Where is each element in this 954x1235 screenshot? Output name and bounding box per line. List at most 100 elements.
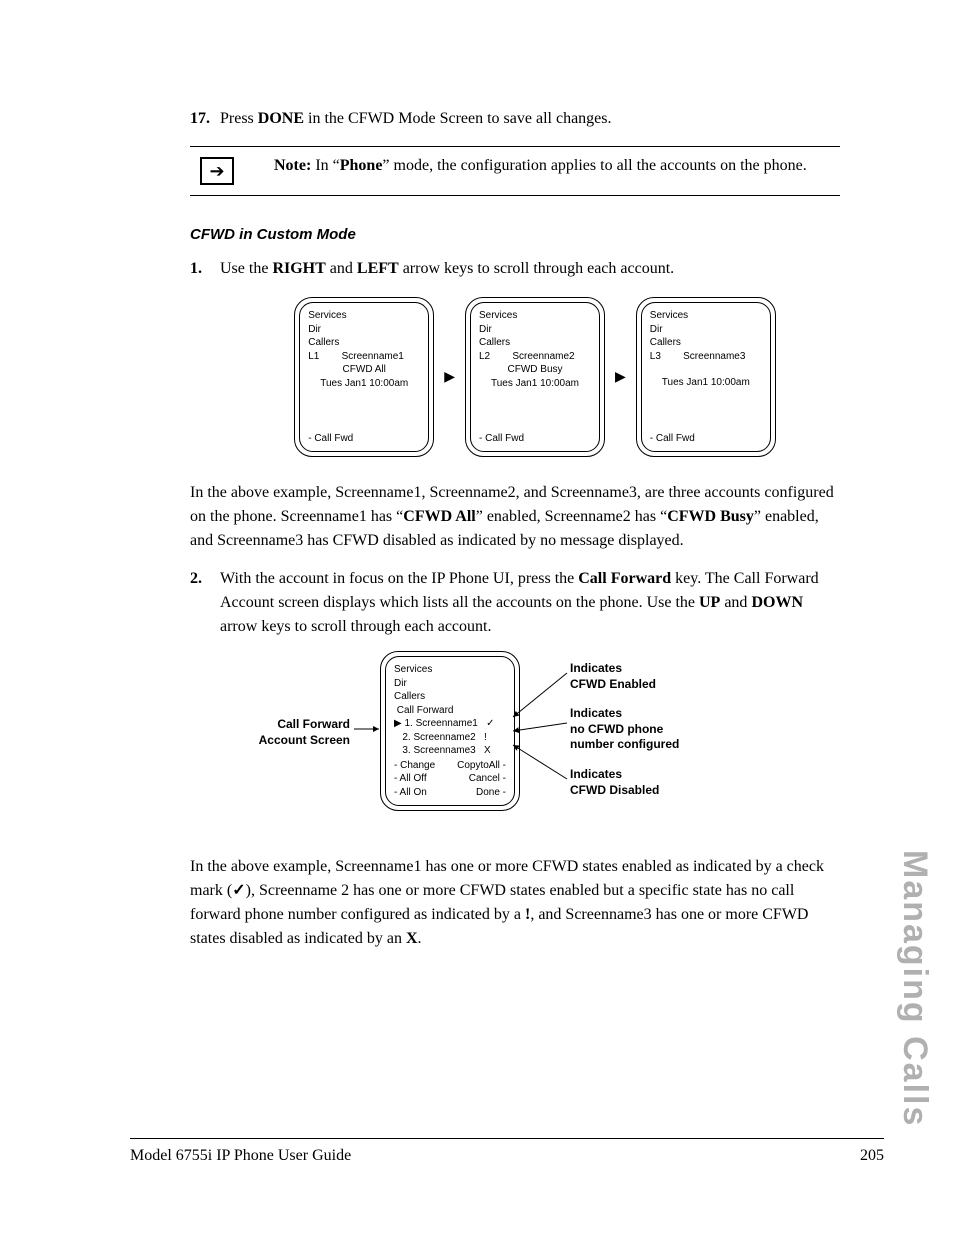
t: - All On [394, 786, 427, 800]
phone-screen-3: Services Dir Callers L3 Screenname3 Tues… [636, 297, 776, 457]
line: L3 Screenname3 [650, 350, 762, 364]
step-text: Press DONE in the CFWD Mode Screen to sa… [220, 110, 612, 127]
triangle-right-icon: ▶ [611, 369, 630, 386]
t: RIGHT [272, 260, 325, 277]
t: . [418, 930, 422, 947]
phone-inner: Services Dir Callers Call Forward ▶ 1. S… [385, 656, 515, 806]
phone-screen-cf: Services Dir Callers Call Forward ▶ 1. S… [380, 651, 520, 811]
time: Tues Jan1 10:00am [650, 376, 762, 390]
side-tab: Managing Calls [895, 850, 934, 1127]
t: CFWD All [403, 508, 475, 525]
t: number configured [570, 737, 679, 753]
t: With the account in focus on the IP Phon… [220, 570, 578, 587]
t: Use the [220, 260, 272, 277]
t: Cancel - [469, 772, 506, 786]
step-17: 17. Press DONE in the CFWD Mode Screen t… [190, 110, 840, 128]
callout-disabled: Indicates CFWD Disabled [570, 767, 679, 798]
t: Indicates [570, 767, 679, 783]
check-icon: ✓ [232, 882, 245, 899]
callouts: Indicates CFWD Enabled Indicates no CFWD… [570, 661, 679, 812]
status: CFWD Busy [479, 363, 591, 377]
note-text: Note: In “Phone” mode, the configuration… [274, 157, 840, 175]
t: arrow keys to scroll through each accoun… [220, 618, 491, 635]
screens-row: Services Dir Callers L1 Screenname1 CFWD… [230, 297, 840, 457]
phone-screen-1: Services Dir Callers L1 Screenname1 CFWD… [294, 297, 434, 457]
t: CopytoAll - [457, 759, 506, 773]
footer-right: 205 [860, 1147, 884, 1165]
t: - Change [394, 759, 435, 773]
line: L1 Screenname1 [308, 350, 420, 364]
footer: - Call Fwd [479, 432, 591, 446]
step-2: 2. With the account in focus on the IP P… [190, 567, 840, 639]
note-block: ➔ Note: In “Phone” mode, the configurati… [190, 146, 840, 196]
section-heading: CFWD in Custom Mode [190, 226, 840, 243]
t: Indicates [570, 706, 679, 722]
t: CFWD Disabled [570, 783, 679, 799]
step-number: 17. [190, 110, 216, 128]
status: CFWD All [308, 363, 420, 377]
t: no CFWD phone [570, 722, 679, 738]
triangle-right-icon: ▶ [440, 369, 459, 386]
paragraph-2: In the above example, Screenname1 has on… [190, 855, 840, 951]
t: Indicates [570, 661, 679, 677]
t: and [720, 594, 751, 611]
step-number: 2. [190, 567, 220, 639]
t: CFWD Busy [667, 508, 754, 525]
step-body: With the account in focus on the IP Phon… [220, 567, 840, 639]
t: Done - [476, 786, 506, 800]
note-icon: ➔ [200, 157, 234, 185]
arrow-right-icon: ➔ [209, 162, 224, 180]
t: ” enabled, Screenname2 has “ [476, 508, 667, 525]
callout-enabled: Indicates CFWD Enabled [570, 661, 679, 692]
t: Phone [340, 157, 383, 174]
t: Call Forward [578, 570, 671, 587]
line: Dir [479, 323, 591, 337]
step-number: 1. [190, 257, 220, 281]
note-label: Note: [274, 157, 311, 174]
phone-inner: Services Dir Callers L2 Screenname2 CFWD… [470, 302, 600, 452]
line: Callers [394, 690, 506, 704]
page-footer: Model 6755i IP Phone User Guide 205 [130, 1138, 884, 1165]
footer: - Change CopytoAll - - All Off Cancel - - … [394, 759, 506, 800]
line: Dir [308, 323, 420, 337]
line: Services [308, 309, 420, 323]
line: Dir [650, 323, 762, 337]
t: DOWN [751, 594, 803, 611]
line: Call Forward [394, 704, 506, 718]
call-forward-diagram: Call Forward Account Screen Services Dir… [190, 651, 840, 831]
t: In “ [311, 157, 339, 174]
status [650, 363, 762, 376]
t: Call Forward [240, 717, 350, 733]
footer: - Call Fwd [650, 432, 762, 446]
t: arrow keys to scroll through each accoun… [399, 260, 674, 277]
t: ” mode, the configuration applies to all… [382, 157, 806, 174]
line: L2 Screenname2 [479, 350, 591, 364]
line: Callers [479, 336, 591, 350]
step-1: 1. Use the RIGHT and LEFT arrow keys to … [190, 257, 840, 281]
done-word: DONE [258, 110, 304, 127]
line: Callers [650, 336, 762, 350]
t: LEFT [357, 260, 399, 277]
line: Services [394, 663, 506, 677]
footer: - Call Fwd [308, 432, 420, 446]
phone-inner: Services Dir Callers L3 Screenname3 Tues… [641, 302, 771, 452]
t: Press [220, 110, 258, 127]
t: CFWD Enabled [570, 677, 679, 693]
line: Services [650, 309, 762, 323]
line: ▶ 1. Screenname1 ✓ [394, 717, 506, 731]
x-icon: X [406, 930, 418, 947]
line: Dir [394, 677, 506, 691]
phone-screen-2: Services Dir Callers L2 Screenname2 CFWD… [465, 297, 605, 457]
t: in the CFWD Mode Screen to save all chan… [304, 110, 611, 127]
step-body: Use the RIGHT and LEFT arrow keys to scr… [220, 257, 840, 281]
phone-inner: Services Dir Callers L1 Screenname1 CFWD… [299, 302, 429, 452]
t: Account Screen [240, 733, 350, 749]
t: UP [699, 594, 720, 611]
footer-left: Model 6755i IP Phone User Guide [130, 1147, 351, 1165]
callout-no-number: Indicates no CFWD phone number configure… [570, 706, 679, 753]
t: - All Off [394, 772, 427, 786]
cf-screen-label: Call Forward Account Screen [240, 717, 350, 748]
line: 3. Screenname3 X [394, 744, 506, 758]
line: Services [479, 309, 591, 323]
line: Callers [308, 336, 420, 350]
